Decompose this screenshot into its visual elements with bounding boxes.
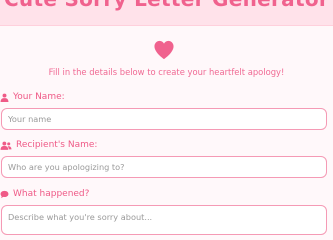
comment-icon — [0, 190, 9, 199]
recipient-name-input[interactable] — [1, 156, 327, 178]
heart-icon — [153, 40, 175, 60]
what-happened-textarea[interactable] — [1, 205, 327, 235]
app-header: Cute Sorry Letter Generator — [0, 0, 333, 26]
your-name-label: Your Name: — [0, 92, 65, 102]
recipient-name-label: Recipient's Name: — [0, 140, 97, 150]
what-happened-label: What happened? — [0, 189, 89, 199]
user-icon — [0, 93, 9, 102]
recipient-name-label-text: Recipient's Name: — [16, 140, 98, 150]
your-name-input[interactable] — [1, 108, 327, 130]
what-happened-label-text: What happened? — [13, 189, 90, 199]
page-title: Cute Sorry Letter Generator — [0, 0, 333, 11]
users-icon — [0, 141, 12, 150]
intro-subtitle: Fill in the details below to create your… — [48, 67, 285, 77]
your-name-label-text: Your Name: — [13, 92, 65, 102]
